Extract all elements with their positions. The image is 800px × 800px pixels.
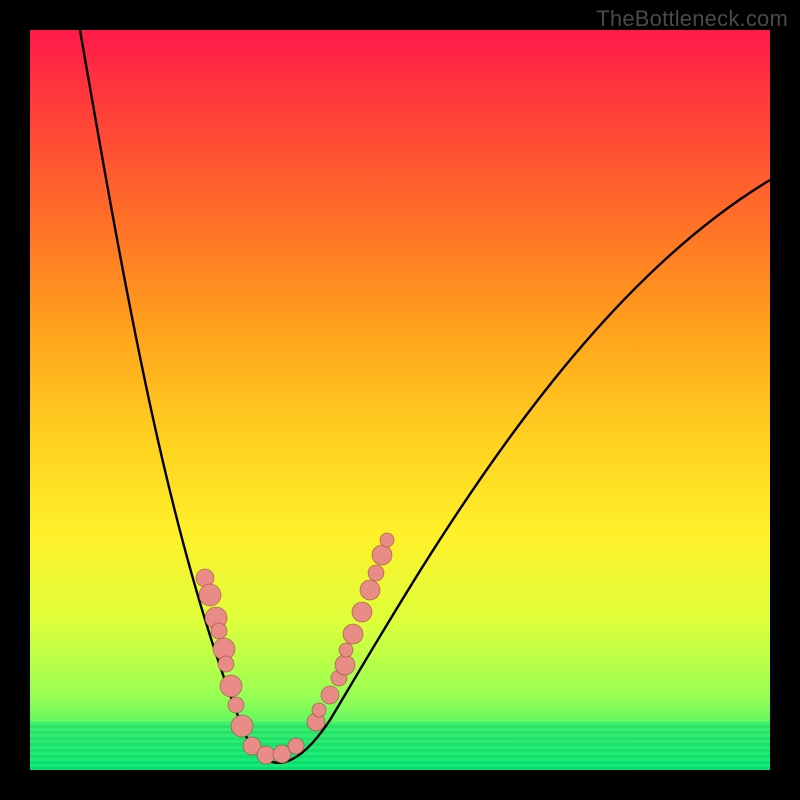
curve-dot (380, 533, 394, 547)
curve-dots (196, 533, 394, 764)
curve-dot (335, 655, 355, 675)
curve-dot (343, 624, 363, 644)
curve-dot (211, 623, 227, 639)
curve-dot (199, 584, 221, 606)
curve-dot (312, 703, 326, 717)
curve-dot (352, 602, 372, 622)
curve-dot (231, 715, 253, 737)
curve-dot (218, 656, 234, 672)
curve-dot (228, 697, 244, 713)
chart-inner (30, 30, 770, 770)
watermark-text: TheBottleneck.com (596, 6, 788, 32)
curve-dot (339, 643, 353, 657)
curve-dot (288, 738, 304, 754)
chart-overlay (30, 30, 770, 770)
curve-dot (321, 686, 339, 704)
curve-dot (220, 675, 242, 697)
curve-dot (257, 746, 275, 764)
bottleneck-curve (80, 30, 770, 763)
curve-dot (368, 565, 384, 581)
curve-dot (372, 545, 392, 565)
chart-frame: TheBottleneck.com (0, 0, 800, 800)
curve-dot (360, 580, 380, 600)
